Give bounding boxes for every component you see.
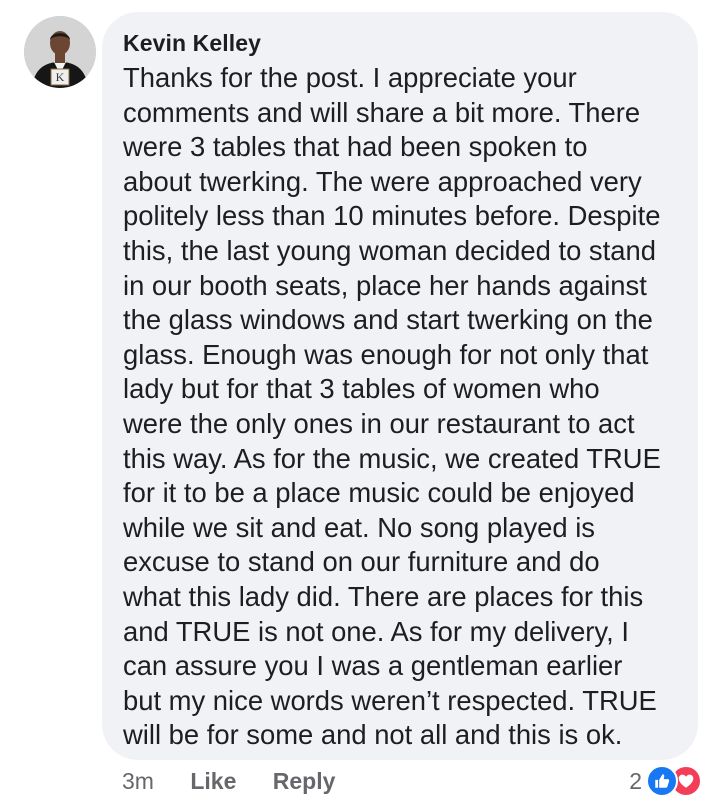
comment-text-line: politely less than 10 minutes before. De… xyxy=(123,200,661,232)
comment-text-line: will be for some and not all and this is… xyxy=(123,719,623,751)
comment-footer: 3m Like Reply 2 xyxy=(0,760,720,806)
comment-text-line: but my nice words weren’t respected. TRU… xyxy=(123,684,657,716)
reply-button[interactable]: Reply xyxy=(273,768,336,794)
like-button[interactable]: Like xyxy=(190,768,236,794)
comment-text-line: the glass windows and start twerking on … xyxy=(123,304,653,336)
comment-text-line: while we sit and eat. No song played is xyxy=(123,511,595,543)
comment-text-line: this way. As for the music, we created T… xyxy=(123,442,661,474)
reactions-summary[interactable]: 2 xyxy=(629,764,702,798)
comment-text-line: lady but for that 3 tables of women who xyxy=(123,373,600,405)
comment-text-line: about twerking. The were approached very xyxy=(123,165,642,197)
comment-text-line: Thanks for the post. I appreciate your xyxy=(123,62,577,93)
like-icon xyxy=(646,765,678,797)
comment-text-line: for it to be a place music could be enjo… xyxy=(123,477,635,509)
comment-text-line: excuse to stand on our furniture and do xyxy=(123,546,600,578)
comment-timestamp[interactable]: 3m xyxy=(122,768,154,794)
comment-bubble: Kevin Kelley Thanks for the post. I appr… xyxy=(102,12,698,760)
comment-text-line: this, the last young woman decided to st… xyxy=(123,234,656,266)
reaction-count: 2 xyxy=(629,767,642,794)
profile-photo-man-in-suit-icon: K xyxy=(24,16,96,88)
avatar-monogram: K xyxy=(56,70,65,84)
comment-text-line: glass. Enough was enough for not only th… xyxy=(123,338,649,370)
comment-text: Thanks for the post. I appreciate your c… xyxy=(123,61,680,753)
comment-text-line: in our booth seats, place her hands agai… xyxy=(123,269,647,301)
comment-text-line: and TRUE is not one. As for my delivery,… xyxy=(123,615,629,647)
comment-text-line: comments and will share a bit more. Ther… xyxy=(123,96,641,128)
comment-text-line: were the only ones in our restaurant to … xyxy=(123,407,635,439)
comment-author[interactable]: Kevin Kelley xyxy=(123,29,680,57)
comment-text-line: were 3 tables that had been spoken to xyxy=(123,131,588,163)
comment-meta: 3m Like Reply xyxy=(122,766,365,796)
comment-text-line: what this lady did. There are places for… xyxy=(123,580,644,612)
avatar[interactable]: K xyxy=(24,16,96,88)
comment-text-line: can assure you I was a gentleman earlier xyxy=(123,650,623,682)
